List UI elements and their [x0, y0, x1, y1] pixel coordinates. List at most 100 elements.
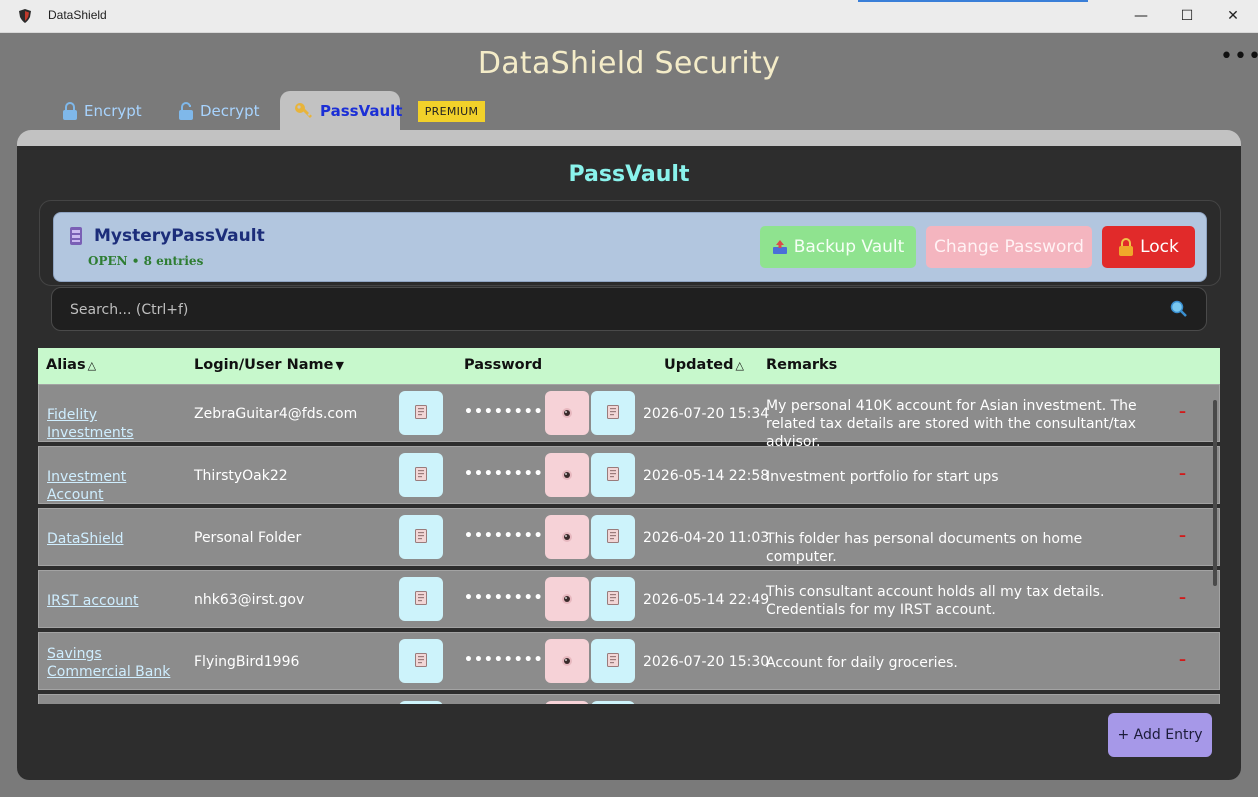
minimize-button[interactable]: —: [1118, 0, 1164, 32]
clipboard-icon: [415, 652, 427, 671]
reveal-password-button[interactable]: [545, 391, 589, 435]
premium-badge: PREMIUM: [418, 101, 485, 122]
copy-login-button[interactable]: [399, 639, 443, 683]
add-entry-button[interactable]: + Add Entry: [1108, 713, 1212, 757]
search-input[interactable]: [68, 288, 1152, 332]
more-options-button[interactable]: •••: [1220, 44, 1258, 69]
password-masked: ••••••••: [464, 466, 544, 482]
close-button[interactable]: ✕: [1210, 0, 1256, 32]
header-remarks[interactable]: Remarks: [766, 357, 837, 373]
clipboard-icon: [415, 590, 427, 609]
password-masked: ••••••••: [464, 404, 544, 420]
clipboard-icon: [607, 404, 619, 423]
clipboard-icon: [415, 528, 427, 547]
vault-icon: [70, 227, 82, 249]
alias-link[interactable]: Fidelity Investments: [47, 406, 187, 442]
table-row: [38, 694, 1220, 704]
search-box: [51, 287, 1207, 332]
reveal-password-button[interactable]: [545, 639, 589, 683]
header-alias[interactable]: Alias △: [46, 357, 96, 373]
change-password-button[interactable]: Change Password: [926, 226, 1092, 268]
clipboard-icon: [607, 466, 619, 485]
eye-icon: [561, 466, 573, 485]
delete-entry-button[interactable]: –: [1179, 652, 1186, 668]
remarks-text: My personal 410K account for Asian inves…: [766, 398, 1137, 450]
clipboard-icon: [607, 590, 619, 609]
eye-icon: [561, 652, 573, 671]
tab-passvault[interactable]: PassVault: [280, 91, 402, 131]
login-name: ZebraGuitar4@fds.com: [194, 406, 358, 422]
header-password[interactable]: Password: [464, 357, 542, 373]
table-header: Alias △ Login/User Name ▼ Password Updated…: [38, 348, 1220, 384]
copy-password-button[interactable]: [591, 577, 635, 621]
login-name: ThirstyOak22: [194, 468, 288, 484]
updated-timestamp: 2026-05-14 22:49: [643, 592, 770, 608]
updated-timestamp: 2026-05-14 22:58: [643, 468, 770, 484]
password-masked: ••••••••: [464, 652, 544, 668]
copy-password-button[interactable]: [591, 701, 635, 704]
table-row: IRST account nhk63@irst.gov •••••••• 2026-0…: [38, 570, 1220, 628]
table-row: Savings Commercial Bank FlyingBird1996 •••…: [38, 632, 1220, 690]
header-login[interactable]: Login/User Name ▼: [194, 357, 344, 373]
updated-timestamp: 2026-07-20 15:34: [643, 406, 770, 422]
shield-app-icon: [19, 9, 31, 23]
copy-login-button[interactable]: [399, 701, 443, 704]
copy-login-button[interactable]: [399, 577, 443, 621]
header-updated[interactable]: Updated △: [664, 357, 744, 373]
delete-entry-button[interactable]: –: [1179, 590, 1186, 606]
reveal-password-button[interactable]: [545, 701, 589, 704]
backup-vault-label: Backup Vault: [793, 237, 905, 257]
delete-entry-button[interactable]: –: [1179, 404, 1186, 420]
delete-entry-button[interactable]: –: [1179, 466, 1186, 482]
alias-link[interactable]: Investment Account: [47, 468, 187, 504]
copy-login-button[interactable]: [399, 515, 443, 559]
tab-encrypt[interactable]: Encrypt: [48, 91, 156, 131]
reveal-password-button[interactable]: [545, 453, 589, 497]
table-row: DataShield Personal Folder •••••••• 2026-04…: [38, 508, 1220, 566]
table-row: Investment Account ThirstyOak22 •••••••• 20…: [38, 446, 1220, 504]
lock-closed-icon: [62, 102, 78, 120]
magnifier-icon[interactable]: [1170, 300, 1188, 322]
copy-password-button[interactable]: [591, 391, 635, 435]
lock-open-icon: [178, 102, 194, 120]
vault-card: MysteryPassVault OPEN • 8 entries Backup…: [53, 212, 1207, 282]
reveal-password-button[interactable]: [545, 577, 589, 621]
clipboard-icon: [415, 466, 427, 485]
padlock-icon: [1118, 238, 1134, 256]
copy-password-button[interactable]: [591, 639, 635, 683]
reveal-password-button[interactable]: [545, 515, 589, 559]
backup-icon: [772, 239, 788, 255]
sort-indicator-icon: △: [735, 359, 744, 372]
copy-password-button[interactable]: [591, 515, 635, 559]
eye-icon: [561, 590, 573, 609]
updated-timestamp: 2026-07-20 15:30: [643, 654, 770, 670]
lock-label: Lock: [1140, 237, 1179, 257]
alias-link[interactable]: DataShield: [47, 530, 187, 548]
maximize-button[interactable]: ☐: [1164, 0, 1210, 32]
change-password-label: Change Password: [934, 237, 1084, 257]
remarks-text: This folder has personal documents on ho…: [766, 531, 1083, 565]
updated-timestamp: 2026-04-20 11:03: [643, 530, 770, 546]
table-scrollbar[interactable]: [1213, 400, 1217, 586]
alias-link[interactable]: Savings Commercial Bank: [47, 645, 187, 681]
login-name: nhk63@irst.gov: [194, 592, 305, 608]
tab-decrypt[interactable]: Decrypt: [164, 91, 273, 131]
login-name: Personal Folder: [194, 530, 302, 546]
copy-login-button[interactable]: [399, 453, 443, 497]
copy-login-button[interactable]: [399, 391, 443, 435]
password-masked: ••••••••: [464, 528, 544, 544]
alias-link[interactable]: IRST account: [47, 592, 187, 610]
entries-list: Fidelity Investments ZebraGuitar4@fds.com…: [38, 384, 1220, 704]
lock-button[interactable]: Lock: [1102, 226, 1195, 268]
login-name: FlyingBird1996: [194, 654, 300, 670]
key-icon: [294, 102, 314, 120]
copy-password-button[interactable]: [591, 453, 635, 497]
eye-icon: [561, 528, 573, 547]
tab-decrypt-label: Decrypt: [200, 102, 260, 120]
clipboard-icon: [607, 652, 619, 671]
backup-vault-button[interactable]: Backup Vault: [760, 226, 916, 268]
tab-encrypt-label: Encrypt: [84, 102, 142, 120]
delete-entry-button[interactable]: –: [1179, 528, 1186, 544]
sort-indicator-icon: ▼: [335, 359, 344, 372]
titlebar-accent: [858, 0, 1088, 2]
